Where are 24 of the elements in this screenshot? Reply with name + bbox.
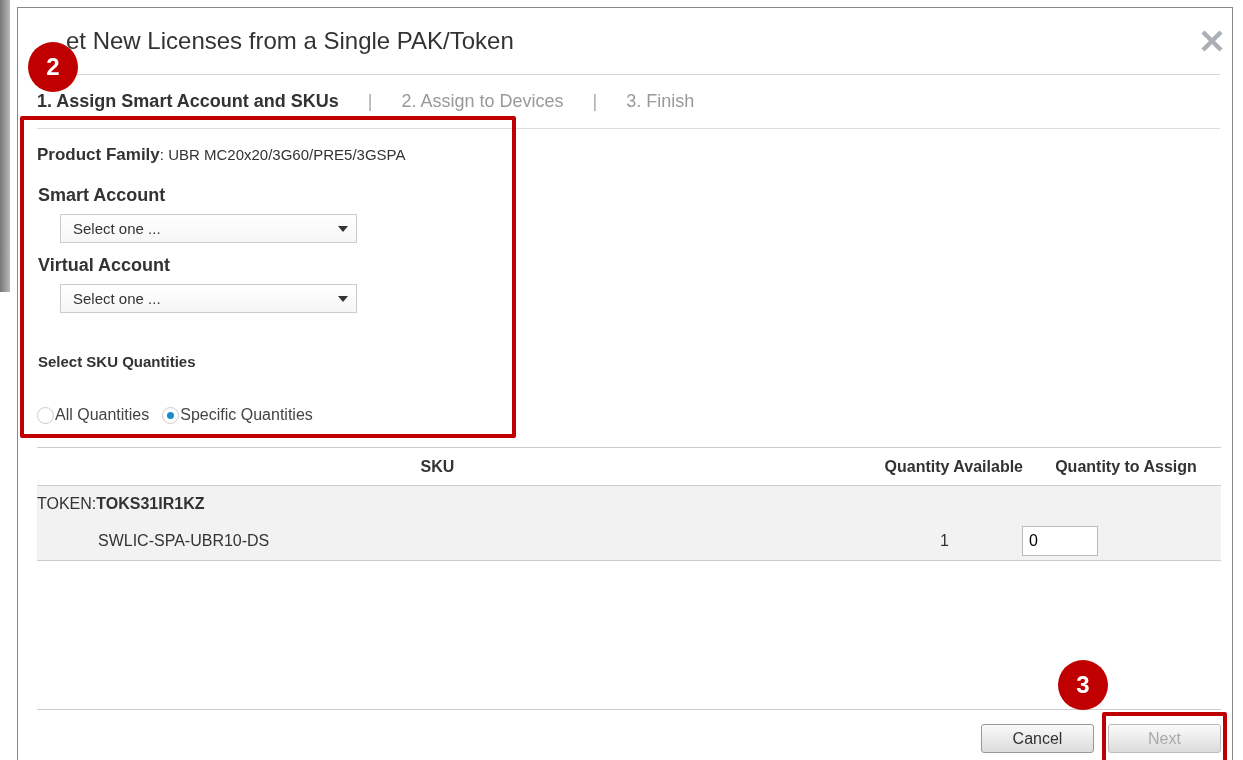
- sku-cell: SWLIC-SPA-UBR10-DS: [98, 532, 270, 549]
- column-header: SKU: [37, 447, 838, 486]
- step-separator: |: [367, 91, 373, 112]
- product-family-text: Product Family: UBR MC20x20/3G60/PRE5/3GSPA: [37, 145, 407, 165]
- wizard-step[interactable]: 1. Assign Smart Account and SKUs: [37, 91, 339, 112]
- caret-icon: [338, 225, 348, 232]
- select-dropdown[interactable]: Select one ...: [60, 214, 357, 243]
- field-label: Virtual Account: [38, 255, 172, 276]
- close-icon[interactable]: [1200, 29, 1224, 53]
- step-separator: |: [592, 91, 598, 112]
- radio-option[interactable]: All Quantities: [37, 406, 150, 424]
- dialog-button[interactable]: Cancel: [981, 724, 1094, 753]
- caret-icon: [338, 295, 348, 302]
- select-dropdown[interactable]: Select one ...: [60, 284, 357, 313]
- column-header: Quantity to Assign: [1031, 447, 1221, 486]
- radio-button[interactable]: [162, 406, 180, 424]
- field-label: Smart Account: [38, 185, 167, 206]
- quantity-cell: 1: [940, 532, 949, 549]
- section-label: Select SKU Quantities: [38, 353, 197, 370]
- token-label: TOKEN:TOKS31IR1KZ: [37, 495, 205, 512]
- radio-button[interactable]: [37, 406, 54, 424]
- column-header: Quantity Available: [838, 447, 1031, 486]
- quantity-input[interactable]: 0: [1022, 526, 1098, 556]
- radio-option[interactable]: Specific Quantities: [162, 406, 313, 424]
